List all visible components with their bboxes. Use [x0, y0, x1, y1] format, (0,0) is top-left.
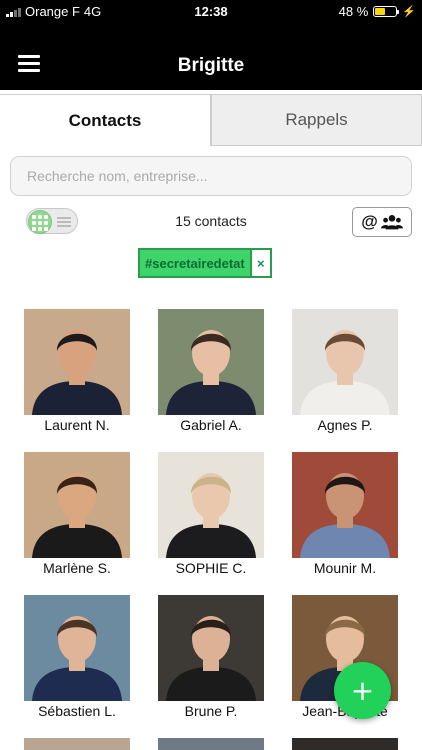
filter-tag-label[interactable]: #secretairedetat: [138, 248, 252, 278]
contact-photo: [24, 595, 130, 701]
view-mode-toggle[interactable]: [26, 208, 78, 234]
contact-name: Laurent N.: [44, 417, 110, 433]
status-bar: Orange F 4G 12:38 48 % ⚡: [0, 0, 422, 22]
partial-row-photo: [24, 738, 130, 750]
contact-card[interactable]: Brune P.: [158, 595, 264, 719]
contact-portrait-image: [292, 452, 398, 558]
grid-view-icon: [28, 210, 52, 234]
add-contact-button[interactable]: +: [334, 662, 391, 719]
contact-card[interactable]: Gabriel A.: [158, 309, 264, 433]
page-title: Brigitte: [177, 55, 245, 76]
charging-bolt-icon: ⚡: [402, 6, 416, 18]
partial-row-photo: [158, 738, 264, 750]
contact-photo: [158, 452, 264, 558]
contact-name: Marlène S.: [43, 560, 111, 576]
contact-card[interactable]: SOPHIE C.: [158, 452, 264, 576]
contact-name: Gabriel A.: [180, 417, 242, 433]
nav-bar: Brigitte: [0, 22, 422, 90]
remove-filter-icon[interactable]: ×: [251, 248, 272, 278]
contact-photo: [24, 452, 130, 558]
contact-card[interactable]: Marlène S.: [24, 452, 130, 576]
contact-photo: [158, 595, 264, 701]
contact-portrait-image: [158, 595, 264, 701]
contact-portrait-image: [158, 309, 264, 415]
partial-row-photo: [292, 738, 398, 750]
status-right: 48 % ⚡: [339, 4, 416, 19]
at-sign-icon: @: [361, 212, 378, 231]
search-input[interactable]: [10, 156, 412, 196]
contact-photo: [158, 309, 264, 415]
contact-portrait-image: [24, 595, 130, 701]
group-contacts-button[interactable]: @: [352, 207, 412, 237]
battery-icon: [373, 6, 400, 17]
contact-card[interactable]: Laurent N.: [24, 309, 130, 433]
contact-name: Sébastien L.: [38, 703, 116, 719]
contact-photo: [292, 309, 398, 415]
contact-name: Brune P.: [184, 703, 238, 719]
tab-rappels[interactable]: Rappels: [211, 94, 422, 146]
contact-name: SOPHIE C.: [175, 560, 247, 576]
contact-portrait-image: [158, 452, 264, 558]
tab-contacts[interactable]: Contacts: [0, 94, 211, 146]
contact-name: Agnes P.: [317, 417, 373, 433]
battery-percent: 48 %: [338, 4, 369, 19]
contact-card[interactable]: Agnes P.: [292, 309, 398, 433]
contact-card[interactable]: Sébastien L.: [24, 595, 130, 719]
tab-bar: Contacts Rappels: [0, 94, 422, 146]
users-group-icon: [380, 215, 403, 230]
list-view-icon: [57, 217, 71, 229]
contact-name: Mounir M.: [313, 560, 377, 576]
contact-portrait-image: [292, 309, 398, 415]
contact-photo: [24, 309, 130, 415]
contact-portrait-image: [24, 452, 130, 558]
contact-count: 15 contacts: [175, 213, 247, 229]
contact-portrait-image: [24, 309, 130, 415]
contact-photo: [292, 452, 398, 558]
contact-card[interactable]: Mounir M.: [292, 452, 398, 576]
filter-tag: #secretairedetat ×: [138, 248, 272, 278]
